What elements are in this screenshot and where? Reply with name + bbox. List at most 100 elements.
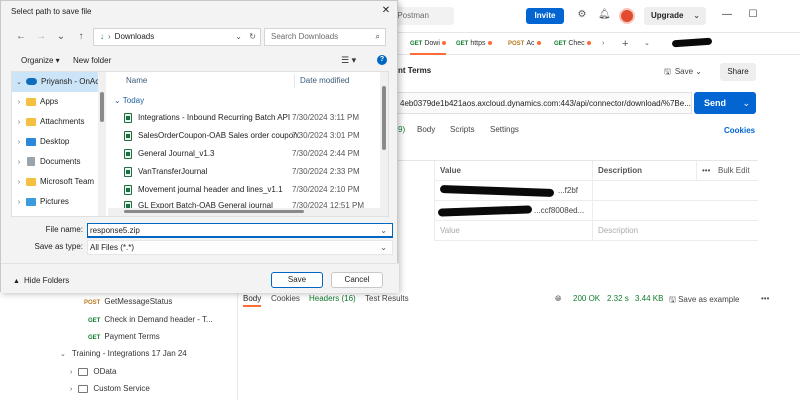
refresh-icon[interactable]: ↻ <box>249 29 256 45</box>
column-header-name[interactable]: Name <box>126 76 147 85</box>
table-row[interactable]: ...ccf8008ed... <box>434 201 758 221</box>
chevron-down-icon[interactable]: ⌄ <box>235 29 242 45</box>
group-header[interactable]: ⌄ Today <box>114 96 144 105</box>
response-tab-tests[interactable]: Test Results <box>365 294 409 303</box>
close-icon[interactable]: ✕ <box>379 4 393 18</box>
column-header-date[interactable]: Date modified <box>300 76 349 85</box>
send-button[interactable]: Send ⌄ <box>694 92 756 114</box>
minimize-icon[interactable]: — <box>720 8 734 22</box>
request-tab[interactable]: GET Chec <box>554 33 591 55</box>
scrollbar-thumb[interactable] <box>100 92 104 122</box>
search-input[interactable]: Search Downloads ⌕ <box>264 28 386 46</box>
list-item[interactable]: GET Payment Terms <box>88 329 160 345</box>
save-button[interactable]: Save <box>271 272 323 288</box>
tree-item[interactable]: ⌄ Priyansh - OnAc <box>12 72 100 92</box>
hide-folders-button[interactable]: ▲ Hide Folders <box>13 276 69 285</box>
tree-item[interactable]: › Apps <box>12 92 100 112</box>
collection-folder[interactable]: ⌄ Training - Integrations 17 Jan 24 <box>60 346 187 362</box>
chevron-down-icon[interactable]: ⌄ <box>380 224 387 237</box>
globe-icon[interactable]: 🌐︎ <box>555 294 561 304</box>
response-tab-cookies[interactable]: Cookies <box>271 294 300 303</box>
request-tab[interactable]: GET Dowi <box>410 33 446 55</box>
chevron-down-icon[interactable]: ⌄ <box>14 73 24 93</box>
up-arrow-icon[interactable]: ↑ <box>75 30 87 44</box>
more-icon[interactable]: ••• <box>702 161 710 181</box>
file-list-scrollbar[interactable] <box>380 72 388 216</box>
tree-item[interactable]: › Pictures <box>12 192 100 212</box>
share-button[interactable]: Share <box>720 63 756 81</box>
address-bar[interactable]: ↓ › Downloads ⌄ ↻ <box>93 28 261 46</box>
breadcrumb[interactable]: Downloads <box>115 32 155 41</box>
tab-scripts[interactable]: Scripts <box>450 125 474 134</box>
invite-button[interactable]: Invite <box>526 8 564 24</box>
save-as-type-select[interactable]: All Files (*.*) ⌄ <box>87 240 393 255</box>
list-item[interactable]: Integrations - Inbound Recurring Batch A… <box>124 109 374 126</box>
tree-scrollbar[interactable] <box>98 72 106 216</box>
chevron-right-icon[interactable]: › <box>14 93 24 113</box>
view-options-icon[interactable]: ☰ ▾ <box>341 55 356 66</box>
file-name-input[interactable]: response5.zip ⌄ <box>87 223 393 238</box>
list-item[interactable]: VanTransferJournal 7/30/2024 2:33 PM <box>124 163 374 180</box>
tree-item[interactable]: › Desktop <box>12 132 100 152</box>
chevron-right-icon[interactable]: › <box>14 173 24 193</box>
collection-folder[interactable]: › Custom Service <box>70 381 150 397</box>
cookies-link[interactable]: Cookies <box>724 126 755 135</box>
list-item[interactable]: General Journal_v1.3 7/30/2024 2:44 PM <box>124 145 374 162</box>
tree-item[interactable]: › Attachments <box>12 112 100 132</box>
upgrade-button[interactable]: Upgrade ⌄ <box>644 7 706 25</box>
cancel-button[interactable]: Cancel <box>331 272 383 288</box>
list-item[interactable]: GL Export Batch-OAB General journal 7/30/… <box>124 198 374 208</box>
chevron-down-icon[interactable]: ⌄ <box>55 30 67 44</box>
list-item[interactable]: SalesOrderCoupon-OAB Sales order coupon.… <box>124 127 374 144</box>
tab-params-count[interactable]: 9) <box>398 125 405 134</box>
desktop-icon <box>26 137 36 146</box>
list-item[interactable]: GET Check in Demand header - T... <box>88 312 213 328</box>
request-tab[interactable]: POST Ac <box>508 33 541 55</box>
save-as-example-button[interactable]: 🖫︎ Save as example <box>669 294 739 308</box>
save-request-button[interactable]: 🖫︎ Save ⌄ <box>664 63 716 81</box>
table-row[interactable]: ...f2bf <box>434 181 758 201</box>
maximize-icon[interactable]: ☐ <box>746 8 760 22</box>
value-placeholder[interactable]: Value <box>440 221 460 241</box>
avatar[interactable] <box>619 8 635 24</box>
more-icon[interactable]: ••• <box>761 294 769 303</box>
scrollbar-thumb[interactable] <box>382 86 386 150</box>
response-tab-headers[interactable]: Headers (16) <box>309 294 356 303</box>
response-tab-body[interactable]: Body <box>243 294 262 307</box>
chevron-down-icon[interactable]: ⌄ <box>644 33 650 55</box>
list-item[interactable]: POST GetMessageStatus <box>84 294 172 310</box>
file-fields: File name: response5.zip ⌄ Save as type: … <box>1 223 399 259</box>
new-folder-button[interactable]: New folder <box>73 56 111 65</box>
plus-icon[interactable]: + <box>622 33 628 55</box>
tree-item[interactable]: › Documents <box>12 152 100 172</box>
forward-arrow-icon[interactable]: → <box>35 30 47 44</box>
chevron-right-icon[interactable]: › <box>14 193 24 213</box>
help-icon[interactable]: ? <box>377 55 387 65</box>
table-row[interactable]: Value Description <box>434 221 758 241</box>
tree-item-label: Priyansh - OnAc <box>41 77 100 86</box>
chevron-right-icon[interactable]: › <box>14 153 24 173</box>
params-header-row: Value Description ••• Bulk Edit <box>434 161 758 181</box>
chevron-right-icon[interactable]: › <box>602 33 604 55</box>
scrollbar-thumb[interactable] <box>124 210 304 213</box>
organize-button[interactable]: Organize ▾ <box>21 56 60 65</box>
request-tab[interactable]: GET https <box>456 33 492 55</box>
bulk-edit-link[interactable]: Bulk Edit <box>718 161 750 181</box>
list-item[interactable]: Movement journal header and lines_v1.1 7/… <box>124 181 374 198</box>
chevron-right-icon[interactable]: › <box>14 113 24 133</box>
collection-folder[interactable]: › OData <box>70 364 116 380</box>
tree-item[interactable]: › Microsoft Team <box>12 172 100 192</box>
description-placeholder[interactable]: Description <box>598 221 638 241</box>
chevron-right-icon[interactable]: › <box>14 133 24 153</box>
chevron-down-icon[interactable]: ⌄ <box>60 351 66 358</box>
tab-body[interactable]: Body <box>417 125 435 134</box>
tab-label: https <box>470 40 486 47</box>
tab-settings[interactable]: Settings <box>490 125 519 134</box>
chevron-right-icon[interactable]: › <box>70 386 72 393</box>
chevron-right-icon[interactable]: › <box>70 369 72 376</box>
back-arrow-icon[interactable]: ← <box>15 30 27 44</box>
settings-icon[interactable]: ⚙ <box>576 9 588 21</box>
horizontal-scrollbar[interactable] <box>108 208 388 216</box>
url-input[interactable]: 4eb0379de1b421aos.axcloud.dynamics.com:4… <box>398 92 692 114</box>
bell-icon[interactable]: 🔔︎ <box>598 9 611 21</box>
